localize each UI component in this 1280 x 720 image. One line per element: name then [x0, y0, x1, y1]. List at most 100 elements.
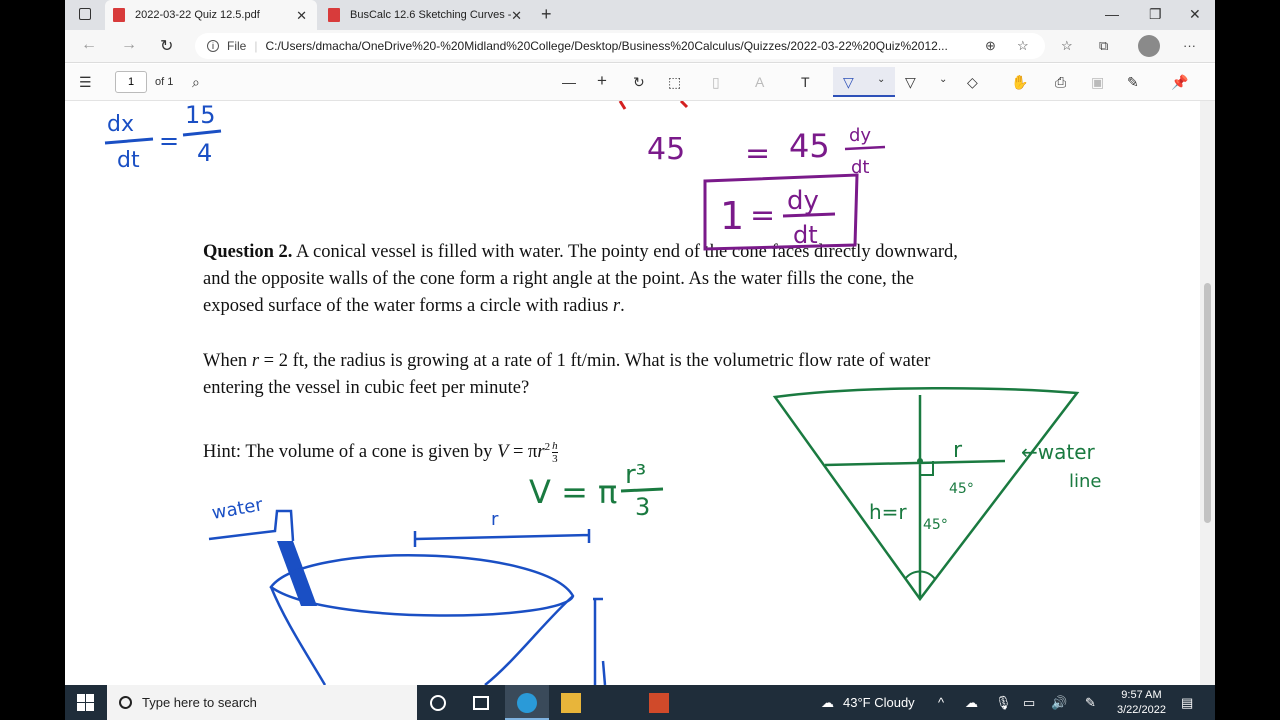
scrollbar-thumb[interactable]	[1204, 283, 1211, 523]
chevron-down-icon[interactable]: ⌄	[939, 74, 947, 85]
maximize-icon[interactable]: ❐	[1149, 6, 1162, 23]
draw-icon: ▽	[843, 74, 854, 90]
hw-45-left: 45	[647, 132, 685, 167]
hw-box-dt: dt	[793, 221, 818, 249]
microphone-icon[interactable]: 🎙	[995, 695, 1012, 711]
tab-buscalc-pdf[interactable]: BusCalc 12.6 Sketching Curves - ✕	[320, 0, 532, 30]
favorites-icon[interactable]: ☆	[1061, 38, 1073, 54]
search-icon	[119, 696, 132, 709]
close-icon[interactable]: ✕	[511, 8, 522, 24]
add-text-icon[interactable]: T	[801, 74, 810, 90]
taskbar: Type here to search ☁ 43°F Cloudy ^ ☁ 🎙 …	[65, 685, 1215, 720]
hw-dt: dt	[117, 148, 140, 173]
zoom-in-icon[interactable]: +	[597, 71, 607, 91]
tab-quiz-pdf[interactable]: 2022-03-22 Quiz 12.5.pdf ✕	[105, 0, 317, 30]
hw-h-eq-r: h=r	[869, 500, 907, 524]
hw-four: 4	[197, 139, 212, 167]
hw-box-dy: dy	[787, 186, 819, 216]
draw-tool-selected[interactable]: ▽ ⌄	[833, 67, 895, 97]
back-icon[interactable]: ←	[81, 36, 97, 54]
collections-icon[interactable]: ⧉	[1099, 38, 1108, 54]
network-icon[interactable]: ▭	[1023, 695, 1035, 711]
edge-taskbar-button[interactable]	[505, 685, 549, 720]
page-count: of 1	[155, 76, 174, 88]
address-input[interactable]: i File | C:/Users/dmacha/OneDrive%20-%20…	[195, 33, 1045, 59]
pdf-page: Question 2. A conical vessel is filled w…	[65, 101, 1195, 685]
url-text: C:/Users/dmacha/OneDrive%20-%20Midland%2…	[265, 39, 948, 53]
edge-icon	[517, 693, 537, 713]
hw-dx: dx	[107, 112, 134, 137]
chevron-down-icon[interactable]: ⌄	[877, 74, 885, 85]
weather-icon[interactable]: ☁	[821, 695, 834, 711]
browser-window: 2022-03-22 Quiz 12.5.pdf ✕ BusCalc 12.6 …	[65, 0, 1215, 685]
zoom-icon[interactable]: ⊕	[985, 38, 996, 54]
new-tab-icon[interactable]: +	[541, 4, 552, 25]
hw-cone	[772, 386, 1080, 602]
hw-volume-eq: V = π	[529, 473, 617, 511]
eraser-icon[interactable]: ◇	[967, 74, 978, 91]
scheme-label: File	[227, 39, 247, 53]
onedrive-icon[interactable]: ☁	[965, 695, 978, 711]
volume-icon[interactable]: 🔊	[1051, 695, 1067, 711]
hw-fraction-bar	[844, 145, 886, 151]
more-icon[interactable]: ···	[1183, 38, 1196, 53]
forward-icon[interactable]: →	[121, 36, 137, 54]
hw-three: 3	[635, 493, 650, 521]
hw-water-stream	[277, 541, 317, 606]
minimize-icon[interactable]: —	[1105, 6, 1119, 22]
hw-fraction-bar	[782, 212, 836, 218]
save-icon[interactable]: ▣	[1091, 74, 1104, 91]
close-window-icon[interactable]: ✕	[1189, 6, 1201, 23]
touch-write-icon[interactable]: ✋	[1011, 74, 1028, 91]
hw-cone-r: r	[953, 438, 963, 463]
cortana-icon[interactable]	[430, 695, 446, 711]
file-explorer-icon[interactable]	[561, 693, 581, 713]
close-icon[interactable]: ✕	[296, 8, 307, 24]
tab-actions-icon[interactable]	[79, 8, 91, 20]
divider: |	[254, 39, 258, 53]
hw-angle-2: 45°	[923, 517, 948, 533]
hw-water-label: water	[210, 494, 265, 524]
hw-water-line-1: ←water	[1021, 440, 1096, 464]
pen-icon[interactable]: ✎	[1085, 695, 1096, 711]
search-icon[interactable]: ⌕	[192, 74, 200, 91]
pin-icon[interactable]: 📌	[1171, 74, 1188, 91]
windows-start-icon[interactable]	[77, 694, 94, 711]
hw-box-one: 1	[720, 194, 744, 238]
notifications-icon[interactable]: ▤	[1181, 695, 1193, 711]
hw-bowl-sides	[269, 586, 574, 685]
pdf-icon	[328, 8, 340, 22]
weather-text[interactable]: 43°F Cloudy	[843, 695, 915, 710]
hw-fraction-bar	[182, 129, 222, 137]
hw-r-label: r	[491, 509, 499, 530]
hw-radius-bar	[413, 529, 591, 547]
zoom-out-icon[interactable]: —	[562, 74, 576, 90]
fit-page-icon[interactable]: ⬚	[668, 74, 681, 91]
powerpoint-icon[interactable]	[649, 693, 669, 713]
hw-height-marker	[593, 597, 607, 685]
rotate-icon[interactable]: ↻	[633, 74, 645, 91]
pdf-icon	[113, 8, 125, 22]
tab-strip: 2022-03-22 Quiz 12.5.pdf ✕ BusCalc 12.6 …	[65, 0, 1215, 30]
save-as-icon[interactable]: ✎	[1127, 74, 1139, 91]
hw-45-right: 45	[789, 127, 830, 165]
tray-chevron-icon[interactable]: ^	[938, 695, 944, 710]
clock-date: 3/22/2022	[1117, 704, 1166, 716]
page-view-icon[interactable]: ▯	[712, 74, 720, 91]
contents-icon[interactable]: ☰	[79, 74, 92, 91]
refresh-icon[interactable]: ↻	[160, 36, 173, 56]
vertical-scrollbar[interactable]	[1200, 101, 1215, 685]
hw-center-dot	[917, 458, 923, 464]
hw-angle-1: 45°	[949, 481, 974, 497]
favorite-add-icon[interactable]: ☆	[1017, 38, 1029, 54]
print-icon[interactable]: ⎙	[1055, 74, 1066, 91]
read-aloud-icon[interactable]: A	[755, 74, 764, 90]
taskbar-search-input[interactable]: Type here to search	[107, 685, 417, 720]
task-view-icon[interactable]	[473, 696, 489, 710]
highlight-icon[interactable]: ▽	[905, 74, 916, 91]
avatar[interactable]	[1138, 35, 1160, 57]
hw-water-line-2: line	[1069, 471, 1101, 492]
clock[interactable]: 9:57 AM 3/22/2022	[1117, 688, 1166, 718]
page-number-input[interactable]: 1	[115, 71, 147, 93]
info-icon[interactable]: i	[207, 40, 219, 52]
